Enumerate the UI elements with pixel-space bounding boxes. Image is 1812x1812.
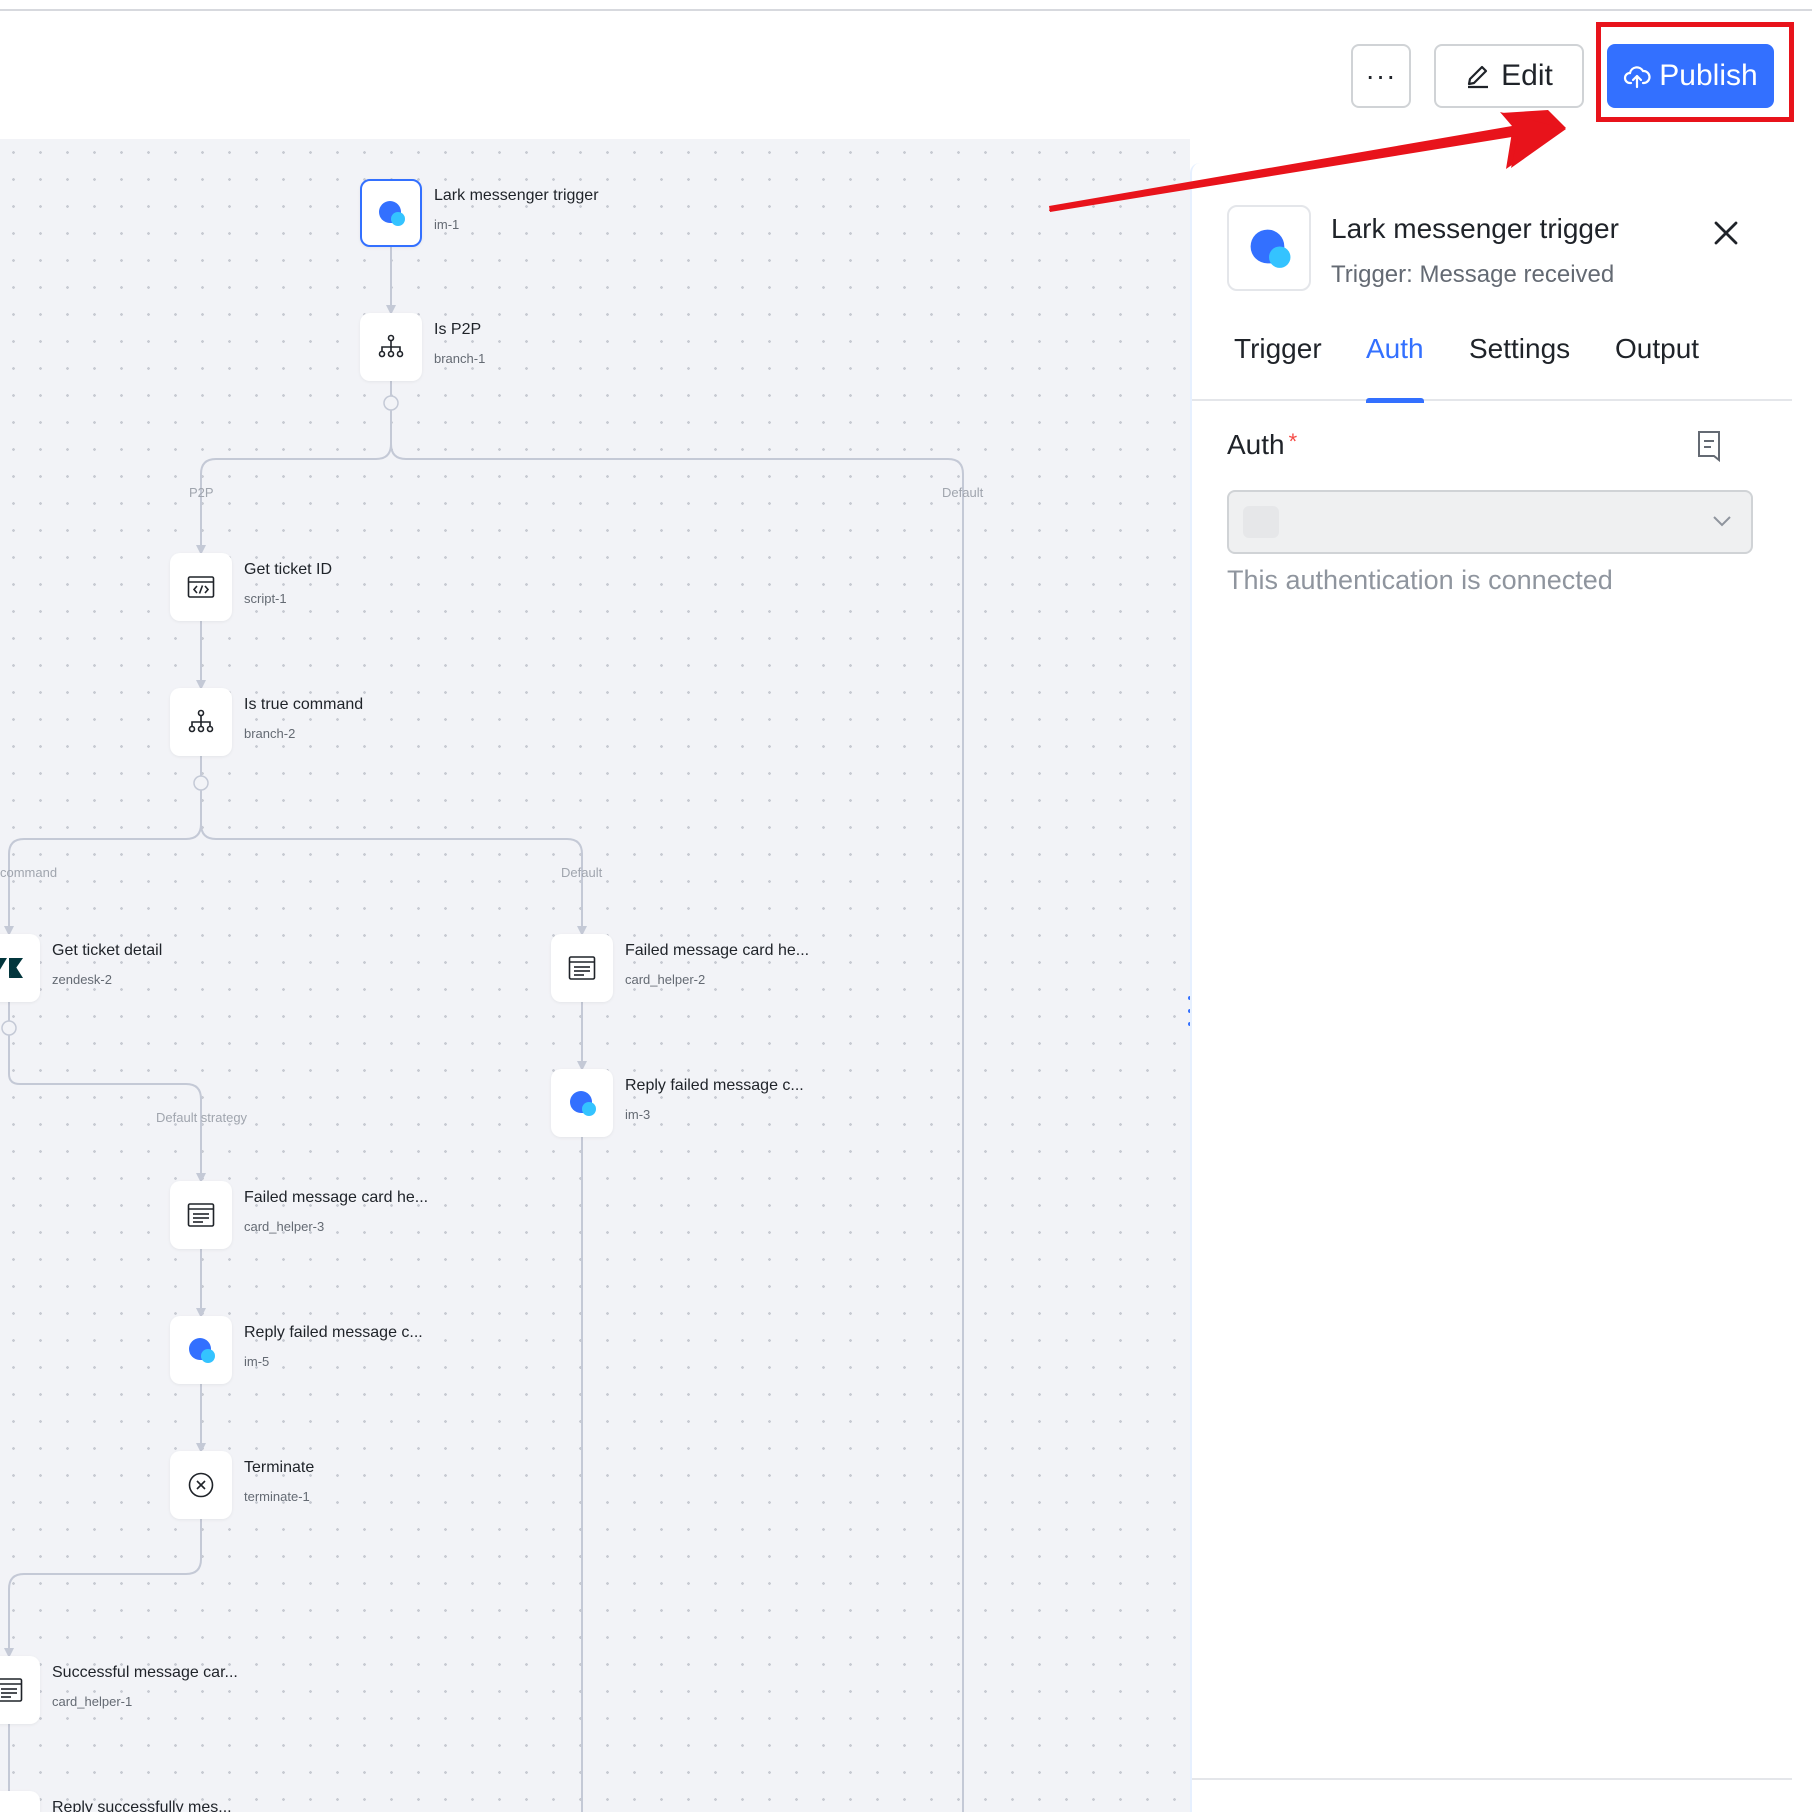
close-icon [1714, 221, 1738, 245]
node-title: Failed message card he... [244, 1189, 429, 1206]
node-icon-box [551, 934, 613, 1002]
lark-messenger-icon [570, 1091, 596, 1116]
node-icon-box [170, 553, 232, 621]
auth-label-text: Auth [1227, 429, 1285, 460]
lark-messenger-icon [1250, 229, 1291, 268]
branch-label-default-2: Default [561, 865, 603, 880]
node-icon-box [0, 1656, 40, 1724]
node-icon-box [360, 179, 422, 247]
node-title: Successful message car... [52, 1664, 238, 1681]
window-top-border [0, 0, 1812, 11]
panel-tabs: Trigger Auth Settings Output [1192, 333, 1792, 403]
panel-node-icon-box [1227, 205, 1311, 291]
close-panel-button[interactable] [1706, 213, 1746, 253]
auth-helper-text: This authentication is connected [1227, 565, 1613, 595]
flow-node-im-1[interactable]: Lark messenger trigger im-1 [360, 179, 599, 247]
tab-output[interactable]: Output [1615, 333, 1699, 401]
flow-node-card-helper-3[interactable]: Failed message card he... card_helper-3 [170, 1181, 428, 1249]
workflow-canvas[interactable]: P2P Default command Default Default stra… [0, 139, 1190, 1812]
node-title: Terminate [244, 1459, 315, 1476]
node-title: Reply successfully mes... [52, 1799, 232, 1812]
node-icon-box [0, 934, 40, 1002]
flow-node-terminate-1[interactable]: Terminate terminate-1 [170, 1451, 314, 1519]
node-title: Is P2P [434, 321, 482, 338]
node-title: Get ticket detail [52, 942, 163, 959]
flow-node-script-1[interactable]: Get ticket ID script-1 [170, 553, 332, 621]
flow-node-im-3[interactable]: Reply failed message c... im-3 [551, 1069, 804, 1137]
auth-select[interactable] [1227, 490, 1753, 554]
flow-node-card-helper-1[interactable]: Successful message car... card_helper-1 [0, 1656, 238, 1724]
flow-node-zendesk-2[interactable]: Get ticket detail zendesk-2 [0, 934, 162, 1002]
auth-account-avatar [1243, 506, 1279, 538]
lark-messenger-icon [379, 201, 405, 226]
node-icon-box [170, 1316, 232, 1384]
card-icon [0, 1678, 23, 1702]
node-icon-box [551, 1069, 613, 1137]
more-options-button[interactable]: ··· [1351, 44, 1411, 108]
node-id: branch-2 [244, 726, 296, 741]
node-id: im-5 [244, 1354, 270, 1369]
node-id: zendesk-2 [52, 972, 112, 987]
flow-node-branch-2[interactable]: Is true command branch-2 [170, 688, 363, 756]
node-title: Lark messenger trigger [434, 187, 599, 204]
required-mark: * [1288, 429, 1298, 454]
panel-subtitle: Trigger: Message received [1331, 261, 1615, 288]
code-icon [187, 576, 215, 598]
publish-highlight-box [1596, 22, 1794, 122]
node-title: Reply failed message c... [625, 1077, 804, 1094]
document-icon[interactable] [1694, 429, 1724, 463]
node-title: Is true command [244, 696, 364, 713]
pencil-icon [1468, 65, 1489, 89]
tab-settings[interactable]: Settings [1469, 333, 1570, 401]
node-id: terminate-1 [244, 1489, 310, 1504]
lark-messenger-icon [189, 1338, 215, 1363]
terminate-icon [188, 1472, 214, 1498]
node-title: Failed message card he... [625, 942, 810, 959]
node-icon-box [170, 688, 232, 756]
branch-label-default-1: Default [942, 485, 984, 500]
card-icon [568, 956, 596, 980]
branch-icon [188, 709, 214, 733]
node-id: branch-1 [434, 351, 486, 366]
node-title: Reply failed message c... [244, 1324, 423, 1341]
edit-button[interactable]: Edit [1434, 44, 1584, 108]
branch-icon [378, 334, 404, 358]
node-icon-box [360, 313, 422, 381]
branch-label-default-strategy: Default strategy [156, 1110, 248, 1125]
flow-node-im-5[interactable]: Reply failed message c... im-5 [170, 1316, 423, 1384]
flow-node-reply-success[interactable]: Reply successfully mes... [0, 1791, 232, 1812]
node-id: im-3 [625, 1107, 651, 1122]
node-icon-box [0, 1791, 40, 1812]
flow-node-branch-1[interactable]: Is P2P branch-1 [360, 313, 485, 381]
auth-field-label: Auth * [1227, 429, 1297, 461]
node-title: Get ticket ID [244, 561, 333, 578]
node-id: script-1 [244, 591, 287, 606]
chevron-down-icon [1713, 516, 1731, 527]
more-options-label: ··· [1365, 60, 1397, 91]
card-icon [187, 1203, 215, 1227]
node-id: im-1 [434, 217, 460, 232]
node-icon-box [170, 1451, 232, 1519]
panel-footer-divider [1192, 1778, 1792, 1780]
node-id: card_helper-3 [244, 1219, 325, 1234]
branch-label-command: command [0, 865, 58, 880]
node-id: card_helper-2 [625, 972, 706, 987]
panel-title: Lark messenger trigger [1331, 213, 1619, 244]
flow-node-card-helper-2[interactable]: Failed message card he... card_helper-2 [551, 934, 809, 1002]
tab-auth[interactable]: Auth [1366, 333, 1424, 403]
branch-label-p2p: P2P [189, 485, 214, 500]
node-id: card_helper-1 [52, 1694, 133, 1709]
node-detail-panel: Lark messenger trigger Trigger: Message … [1190, 163, 1792, 1812]
tab-trigger[interactable]: Trigger [1234, 333, 1322, 401]
edit-label: Edit [1501, 59, 1553, 92]
zendesk-icon [0, 958, 23, 978]
node-icon-box [170, 1181, 232, 1249]
